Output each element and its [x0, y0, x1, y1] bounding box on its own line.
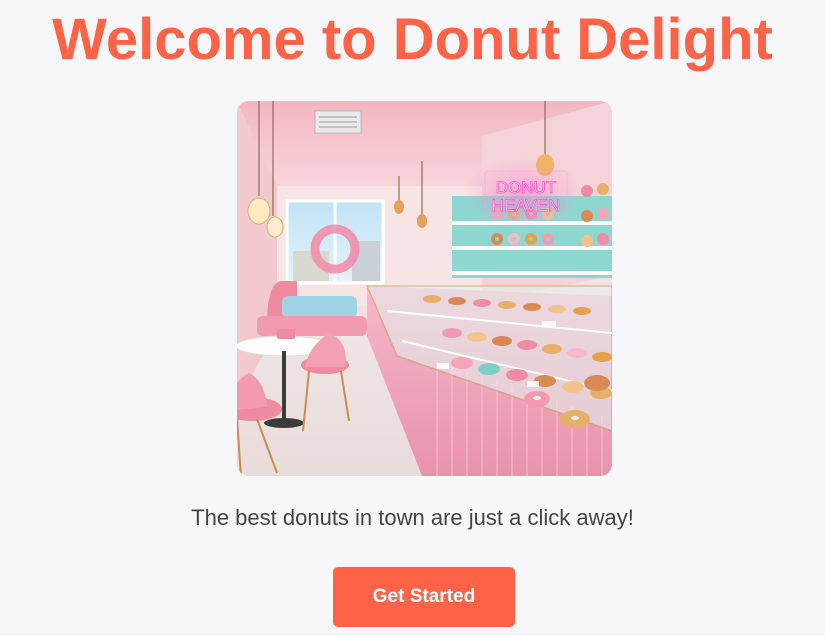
neon-sign-line1: DONUT — [496, 178, 556, 197]
get-started-button[interactable]: Get Started — [333, 567, 515, 627]
page-title: Welcome to Donut Delight — [52, 7, 773, 72]
donut-shop-illustration: DONUT HEAVEN — [237, 101, 612, 476]
landing-page: Welcome to Donut Delight DONUT HEAVEN Th… — [0, 0, 825, 635]
donut-shop-hero-image: DONUT HEAVEN — [237, 101, 612, 476]
neon-sign-line2: HEAVEN — [492, 196, 561, 215]
tagline: The best donuts in town are just a click… — [191, 505, 634, 530]
